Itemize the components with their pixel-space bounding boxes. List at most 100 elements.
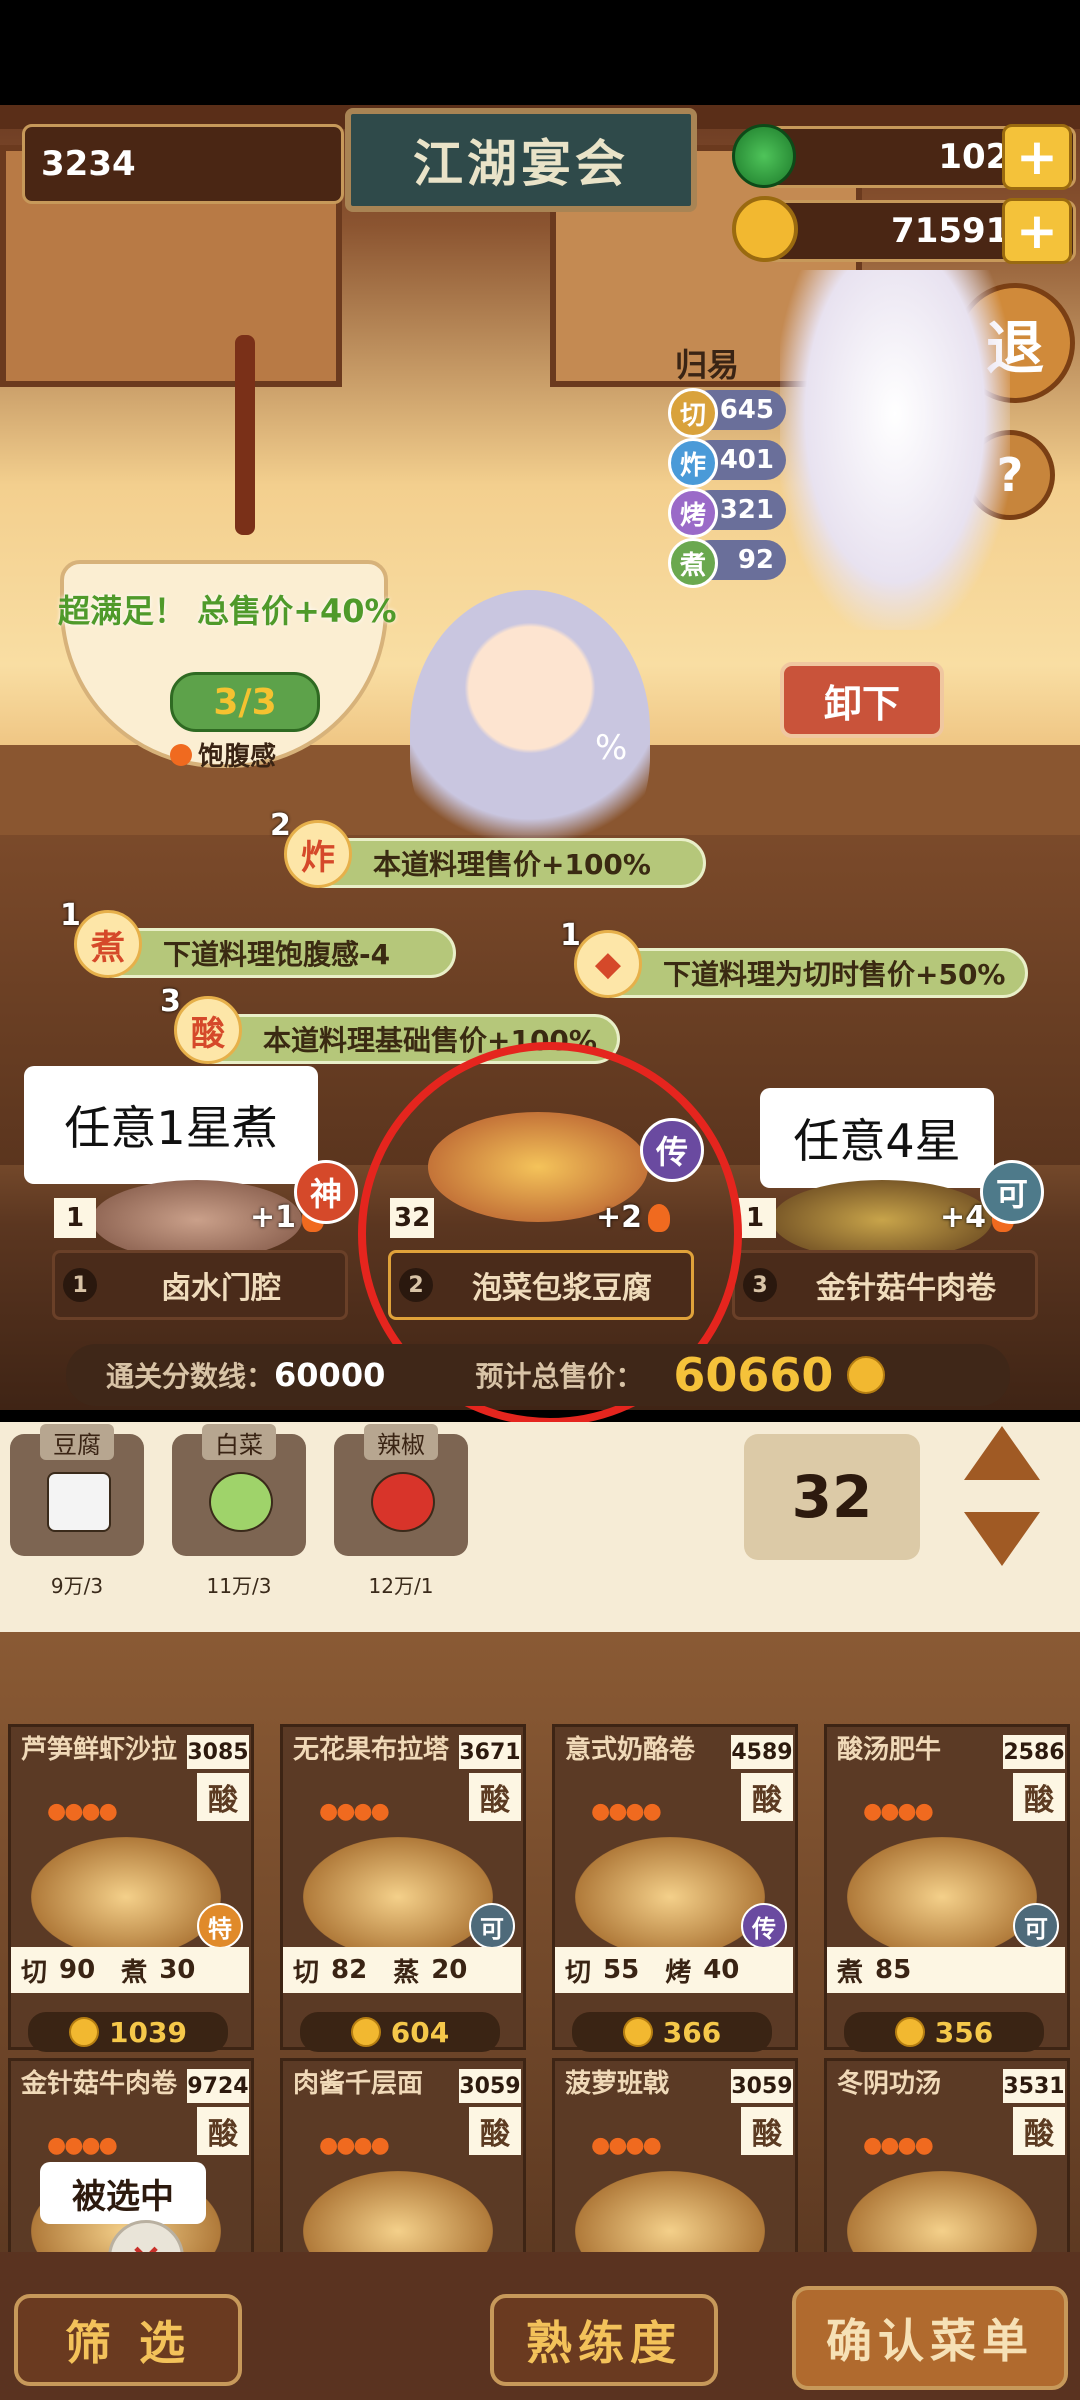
ingredient-count: 11万/3: [206, 1574, 272, 1598]
recipe-image: [575, 1837, 765, 1957]
add-jade-button[interactable]: +: [1002, 124, 1072, 190]
rarity-badge: 可: [469, 1903, 515, 1949]
confirm-menu-button[interactable]: 确认菜单: [792, 2286, 1068, 2390]
coin-icon: [350, 2017, 381, 2047]
coin-icon: [847, 1356, 886, 1394]
chef-name: 归易: [675, 346, 740, 384]
recipe-name: 菠萝班戟: [565, 2069, 670, 2099]
score-value: 3234: [41, 144, 136, 184]
effect-count: 1: [560, 918, 581, 953]
skill-value: 90: [59, 1955, 96, 1985]
effect-text: 下道料理饱腹感-4: [163, 938, 391, 971]
recipe-flavor: 酸: [469, 2107, 521, 2155]
satiety-bonus-text: 超满足！ 总售价+40%: [58, 592, 397, 630]
ingredient-name: 豆腐: [40, 1424, 114, 1460]
recipe-cost: 2586: [1003, 1735, 1065, 1769]
total-label: 预计总售价：: [475, 1360, 644, 1393]
selected-dish-slot[interactable]: 3 金针菇牛肉卷: [732, 1250, 1038, 1320]
slot-number: 3: [743, 1268, 777, 1302]
unload-button[interactable]: 卸下: [780, 662, 944, 738]
dish-name: 金针菇牛肉卷: [816, 1271, 996, 1306]
skill-name: 切: [565, 1957, 592, 1988]
ingredient-count: 12万/1: [368, 1574, 434, 1598]
coin-icon: [894, 2017, 925, 2047]
price-value: 356: [934, 2015, 994, 2049]
ingredient-count: 9万/3: [50, 1574, 104, 1598]
skill-name: 烤: [665, 1957, 692, 1988]
recipe-flavor: 酸: [1013, 2107, 1065, 2155]
rarity-badge: 可: [1013, 1903, 1059, 1949]
proficiency-button[interactable]: 熟练度: [490, 2294, 718, 2386]
price-value: 366: [662, 2015, 722, 2049]
chef-character[interactable]: [780, 270, 1010, 630]
price-value: 1039: [109, 2015, 187, 2049]
satiety-progress: 3/3: [170, 672, 320, 732]
score-bar: 通关分数线： 60000 预计总售价： 60660: [66, 1344, 1010, 1406]
recipe-cost: 3059: [731, 2069, 793, 2103]
recipe-card[interactable]: 酸汤肥牛 2586 酸 ●●●● 可煮 85: [824, 1724, 1070, 2050]
recipe-stars: ●●●●: [319, 1799, 390, 1824]
fire-icon: [170, 743, 192, 766]
chef-stat-value: 92: [737, 545, 774, 575]
cabbage-icon: [209, 1472, 273, 1532]
effect-bubble: 下道料理饱腹感-4: [90, 928, 456, 978]
chef-stat-value: 321: [719, 495, 774, 525]
recipe-stars: ●●●●: [863, 1799, 934, 1824]
recipe-price: 1039: [28, 2012, 228, 2052]
satiety-label-row: 饱腹感: [170, 736, 276, 773]
chef-stat-type: 烤: [668, 488, 718, 538]
recipe-name: 肉酱千层面: [293, 2069, 424, 2099]
skill-value: 40: [703, 1955, 740, 1985]
score-display: 3234: [22, 124, 344, 204]
status-bar: [0, 0, 1080, 105]
effect-text: 下道料理为切时售价+50%: [663, 958, 1006, 991]
chef-stat-value: 645: [719, 395, 774, 425]
skill-value: 82: [331, 1955, 368, 1985]
recipe-name: 冬阴功汤: [837, 2069, 942, 2099]
threshold-label: 通关分数线：: [106, 1360, 275, 1393]
recipe-stars: ●●●●: [591, 2133, 662, 2158]
effect-bubble: 本道料理售价+100%: [300, 838, 706, 888]
skill-name: 煮: [121, 1957, 148, 1988]
recipe-price: 604: [300, 2012, 500, 2052]
ingredient-name: 辣椒: [364, 1424, 438, 1460]
recipe-card[interactable]: 芦笋鲜虾沙拉 3085 酸 ●●●● 特切 90 煮 30: [8, 1724, 254, 2050]
skill-value: 30: [159, 1955, 196, 1985]
recipe-image: [847, 1837, 1037, 1957]
add-coin-button[interactable]: +: [1002, 198, 1072, 264]
recipe-flavor: 酸: [741, 1773, 793, 1821]
hanging-tassel: [235, 335, 255, 535]
recipe-cost: 9724: [187, 2069, 249, 2103]
recipe-card[interactable]: 意式奶酪卷 4589 酸 ●●●● 传切 55 烤 40: [552, 1724, 798, 2050]
recipe-price: 356: [844, 2012, 1044, 2052]
recipe-flavor: 酸: [197, 2107, 249, 2155]
effect-count: 1: [60, 898, 81, 933]
skill-value: 85: [875, 1955, 912, 1985]
skill-name: 煮: [837, 1957, 864, 1988]
recipe-stars: ●●●●: [319, 2133, 390, 2158]
recipe-cost: 4589: [731, 1735, 793, 1769]
recipe-name: 无花果布拉塔: [293, 1735, 450, 1765]
recipe-name: 意式奶酪卷: [565, 1735, 696, 1765]
filter-button[interactable]: 筛 选: [14, 2294, 242, 2386]
effect-bubble: 下道料理为切时售价+50%: [590, 948, 1029, 998]
effect-tag-icon: 煮: [74, 910, 142, 978]
quantity-down-arrow[interactable]: [964, 1512, 1040, 1566]
dish-name: 卤水门腔: [161, 1271, 281, 1306]
recipe-name: 金针菇牛肉卷: [21, 2069, 178, 2099]
chef-stat-type: 切: [668, 388, 718, 438]
selected-dish-slot[interactable]: 1 卤水门腔: [52, 1250, 348, 1320]
customer-mark: %: [595, 728, 628, 768]
recipe-cost: 3531: [1003, 2069, 1065, 2103]
recipe-card[interactable]: 无花果布拉塔 3671 酸 ●●●● 可切 82 蒸 20: [280, 1724, 526, 2050]
skill-requirements: 煮 85: [827, 1947, 1065, 1993]
dish-bonus: +1: [250, 1200, 297, 1235]
satiety-label: 饱腹感: [198, 742, 277, 772]
recipe-stars: ●●●●: [47, 2133, 118, 2158]
recipe-stars: ●●●●: [47, 1799, 118, 1824]
recipe-name: 芦笋鲜虾沙拉: [21, 1735, 178, 1765]
rarity-badge: 特: [197, 1903, 243, 1949]
quantity-up-arrow[interactable]: [964, 1426, 1040, 1480]
quantity-display[interactable]: 32: [744, 1434, 920, 1560]
recipe-image: [31, 1837, 221, 1957]
